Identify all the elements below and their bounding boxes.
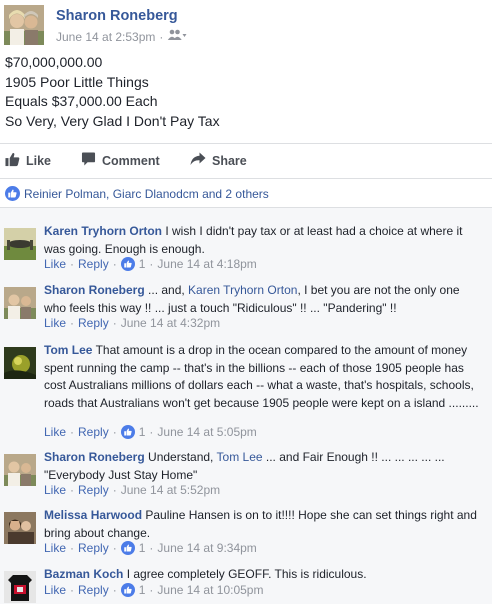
comment-item: Sharon Roneberg ... and, Karen Tryhorn O… (0, 279, 492, 335)
comment-reply-link[interactable]: Reply (78, 316, 109, 330)
like-button[interactable]: Like (5, 152, 51, 170)
tagged-user[interactable]: Karen Tryhorn Orton (188, 283, 297, 297)
commenter-avatar[interactable] (4, 571, 36, 603)
post-action-bar: Like Comment Share (0, 146, 492, 176)
commenter-avatar[interactable] (4, 347, 36, 379)
divider (0, 178, 492, 179)
comment-like-count[interactable]: 1 (139, 425, 146, 439)
comment-button-label: Comment (102, 153, 160, 168)
share-button-label: Share (212, 153, 247, 168)
commenter-name[interactable]: Sharon Roneberg (44, 450, 145, 464)
comment-reply-link[interactable]: Reply (78, 583, 109, 597)
comment-like-link[interactable]: Like (44, 316, 66, 330)
like-button-label: Like (26, 154, 52, 168)
comment-like-count[interactable]: 1 (139, 583, 146, 597)
commenter-name[interactable]: Sharon Roneberg (44, 283, 145, 297)
commenter-name[interactable]: Tom Lee (44, 343, 92, 357)
comment-meta: Like · Reply · June 14 at 4:32pm (44, 316, 221, 330)
comment-item: Sharon Roneberg Understand, Tom Lee ... … (0, 446, 492, 500)
tagged-user[interactable]: Tom Lee (217, 450, 263, 464)
comment-like-link[interactable]: Like (44, 257, 66, 271)
comment-meta: Like · Reply · 1 · June 14 at 10:05pm (44, 583, 264, 597)
comment-item: Bazman Koch I agree completely GEOFF. Th… (0, 563, 492, 603)
post-meta: June 14 at 2:53pm · (56, 29, 187, 44)
comment-text: Bazman Koch I agree completely GEOFF. Th… (44, 566, 484, 584)
comment-timestamp[interactable]: June 14 at 5:52pm (121, 483, 220, 497)
comment-timestamp[interactable]: June 14 at 5:05pm (157, 425, 256, 439)
comment-item: Karen Tryhorn Orton I wish I didn't pay … (0, 220, 492, 276)
comment-meta: Like · Reply · 1 · June 14 at 5:05pm (44, 425, 257, 439)
post-line-3: Equals $37,000.00 Each (5, 93, 158, 109)
post-author-name[interactable]: Sharon Roneberg (56, 8, 178, 24)
comment-reply-link[interactable]: Reply (78, 257, 109, 271)
comment-reply-link[interactable]: Reply (78, 541, 109, 555)
comment-button[interactable]: Comment (81, 152, 160, 169)
commenter-avatar[interactable] (4, 287, 36, 319)
post-timestamp[interactable]: June 14 at 2:53pm (56, 30, 155, 44)
comment-timestamp[interactable]: June 14 at 4:18pm (157, 257, 256, 271)
comment-text: Melissa Harwood Pauline Hansen is on to … (44, 507, 484, 542)
comment-text: Sharon Roneberg Understand, Tom Lee ... … (44, 450, 445, 482)
comment-item: Tom Lee That amount is a drop in the oce… (0, 339, 492, 441)
commenter-name[interactable]: Melissa Harwood (44, 508, 142, 522)
like-reaction-icon (120, 583, 135, 597)
comment-timestamp[interactable]: June 14 at 10:05pm (157, 583, 263, 597)
comment-like-link[interactable]: Like (44, 483, 66, 497)
comment-body: I agree completely GEOFF. This is ridicu… (123, 567, 367, 581)
author-avatar[interactable] (4, 5, 44, 45)
facebook-post: Sharon Roneberg June 14 at 2:53pm · $70,… (0, 0, 492, 604)
reactions-text: Reinier Polman, Giarc Dlanodcm and 2 oth… (24, 186, 269, 201)
comment-like-link[interactable]: Like (44, 425, 66, 439)
post-line-1: $70,000,000.00 (5, 54, 103, 70)
like-reaction-icon (120, 425, 135, 439)
comment-meta: Like · Reply · 1 · June 14 at 9:34pm (44, 541, 257, 555)
comment-meta: Like · Reply · 1 · June 14 at 4:18pm (44, 257, 257, 271)
like-reaction-icon (120, 257, 135, 271)
commenter-avatar[interactable] (4, 228, 36, 260)
comment-text: Karen Tryhorn Orton I wish I didn't pay … (44, 223, 484, 258)
comment-bubble-icon (81, 152, 96, 169)
commenter-avatar[interactable] (4, 512, 36, 544)
comment-timestamp[interactable]: June 14 at 4:32pm (121, 316, 220, 330)
commenter-name[interactable]: Bazman Koch (44, 567, 123, 581)
post-line-4: So Very, Very Glad I Don't Pay Tax (5, 112, 220, 129)
share-button[interactable]: Share (190, 152, 247, 169)
comment-like-link[interactable]: Like (44, 541, 66, 555)
post-line-2: 1905 Poor Little Things (5, 73, 149, 90)
comment-like-link[interactable]: Like (44, 583, 66, 597)
comment-reply-link[interactable]: Reply (78, 483, 109, 497)
comment-text: Tom Lee That amount is a drop in the oce… (44, 342, 484, 412)
comment-like-count[interactable]: 1 (139, 257, 146, 271)
commenter-name[interactable]: Karen Tryhorn Orton (44, 224, 162, 238)
like-reaction-icon (120, 541, 135, 555)
reactions-summary[interactable]: Reinier Polman, Giarc Dlanodcm and 2 oth… (5, 186, 269, 201)
like-thumb-icon (5, 152, 20, 170)
comment-like-count[interactable]: 1 (139, 541, 146, 555)
like-reaction-icon (5, 186, 20, 201)
comment-text: Sharon Roneberg ... and, Karen Tryhorn O… (44, 283, 460, 315)
share-arrow-icon (190, 152, 206, 169)
friends-audience-icon[interactable] (167, 29, 187, 44)
comment-body: That amount is a drop in the ocean compa… (44, 343, 479, 410)
comment-timestamp[interactable]: June 14 at 9:34pm (157, 541, 256, 555)
comment-reply-link[interactable]: Reply (78, 425, 109, 439)
comment-item: Melissa Harwood Pauline Hansen is on to … (0, 504, 492, 560)
commenter-avatar[interactable] (4, 454, 36, 486)
divider (0, 143, 492, 144)
comment-meta: Like · Reply · June 14 at 5:52pm (44, 483, 221, 497)
post-body: $70,000,000.00 1905 Poor Little Things E… (5, 53, 220, 131)
